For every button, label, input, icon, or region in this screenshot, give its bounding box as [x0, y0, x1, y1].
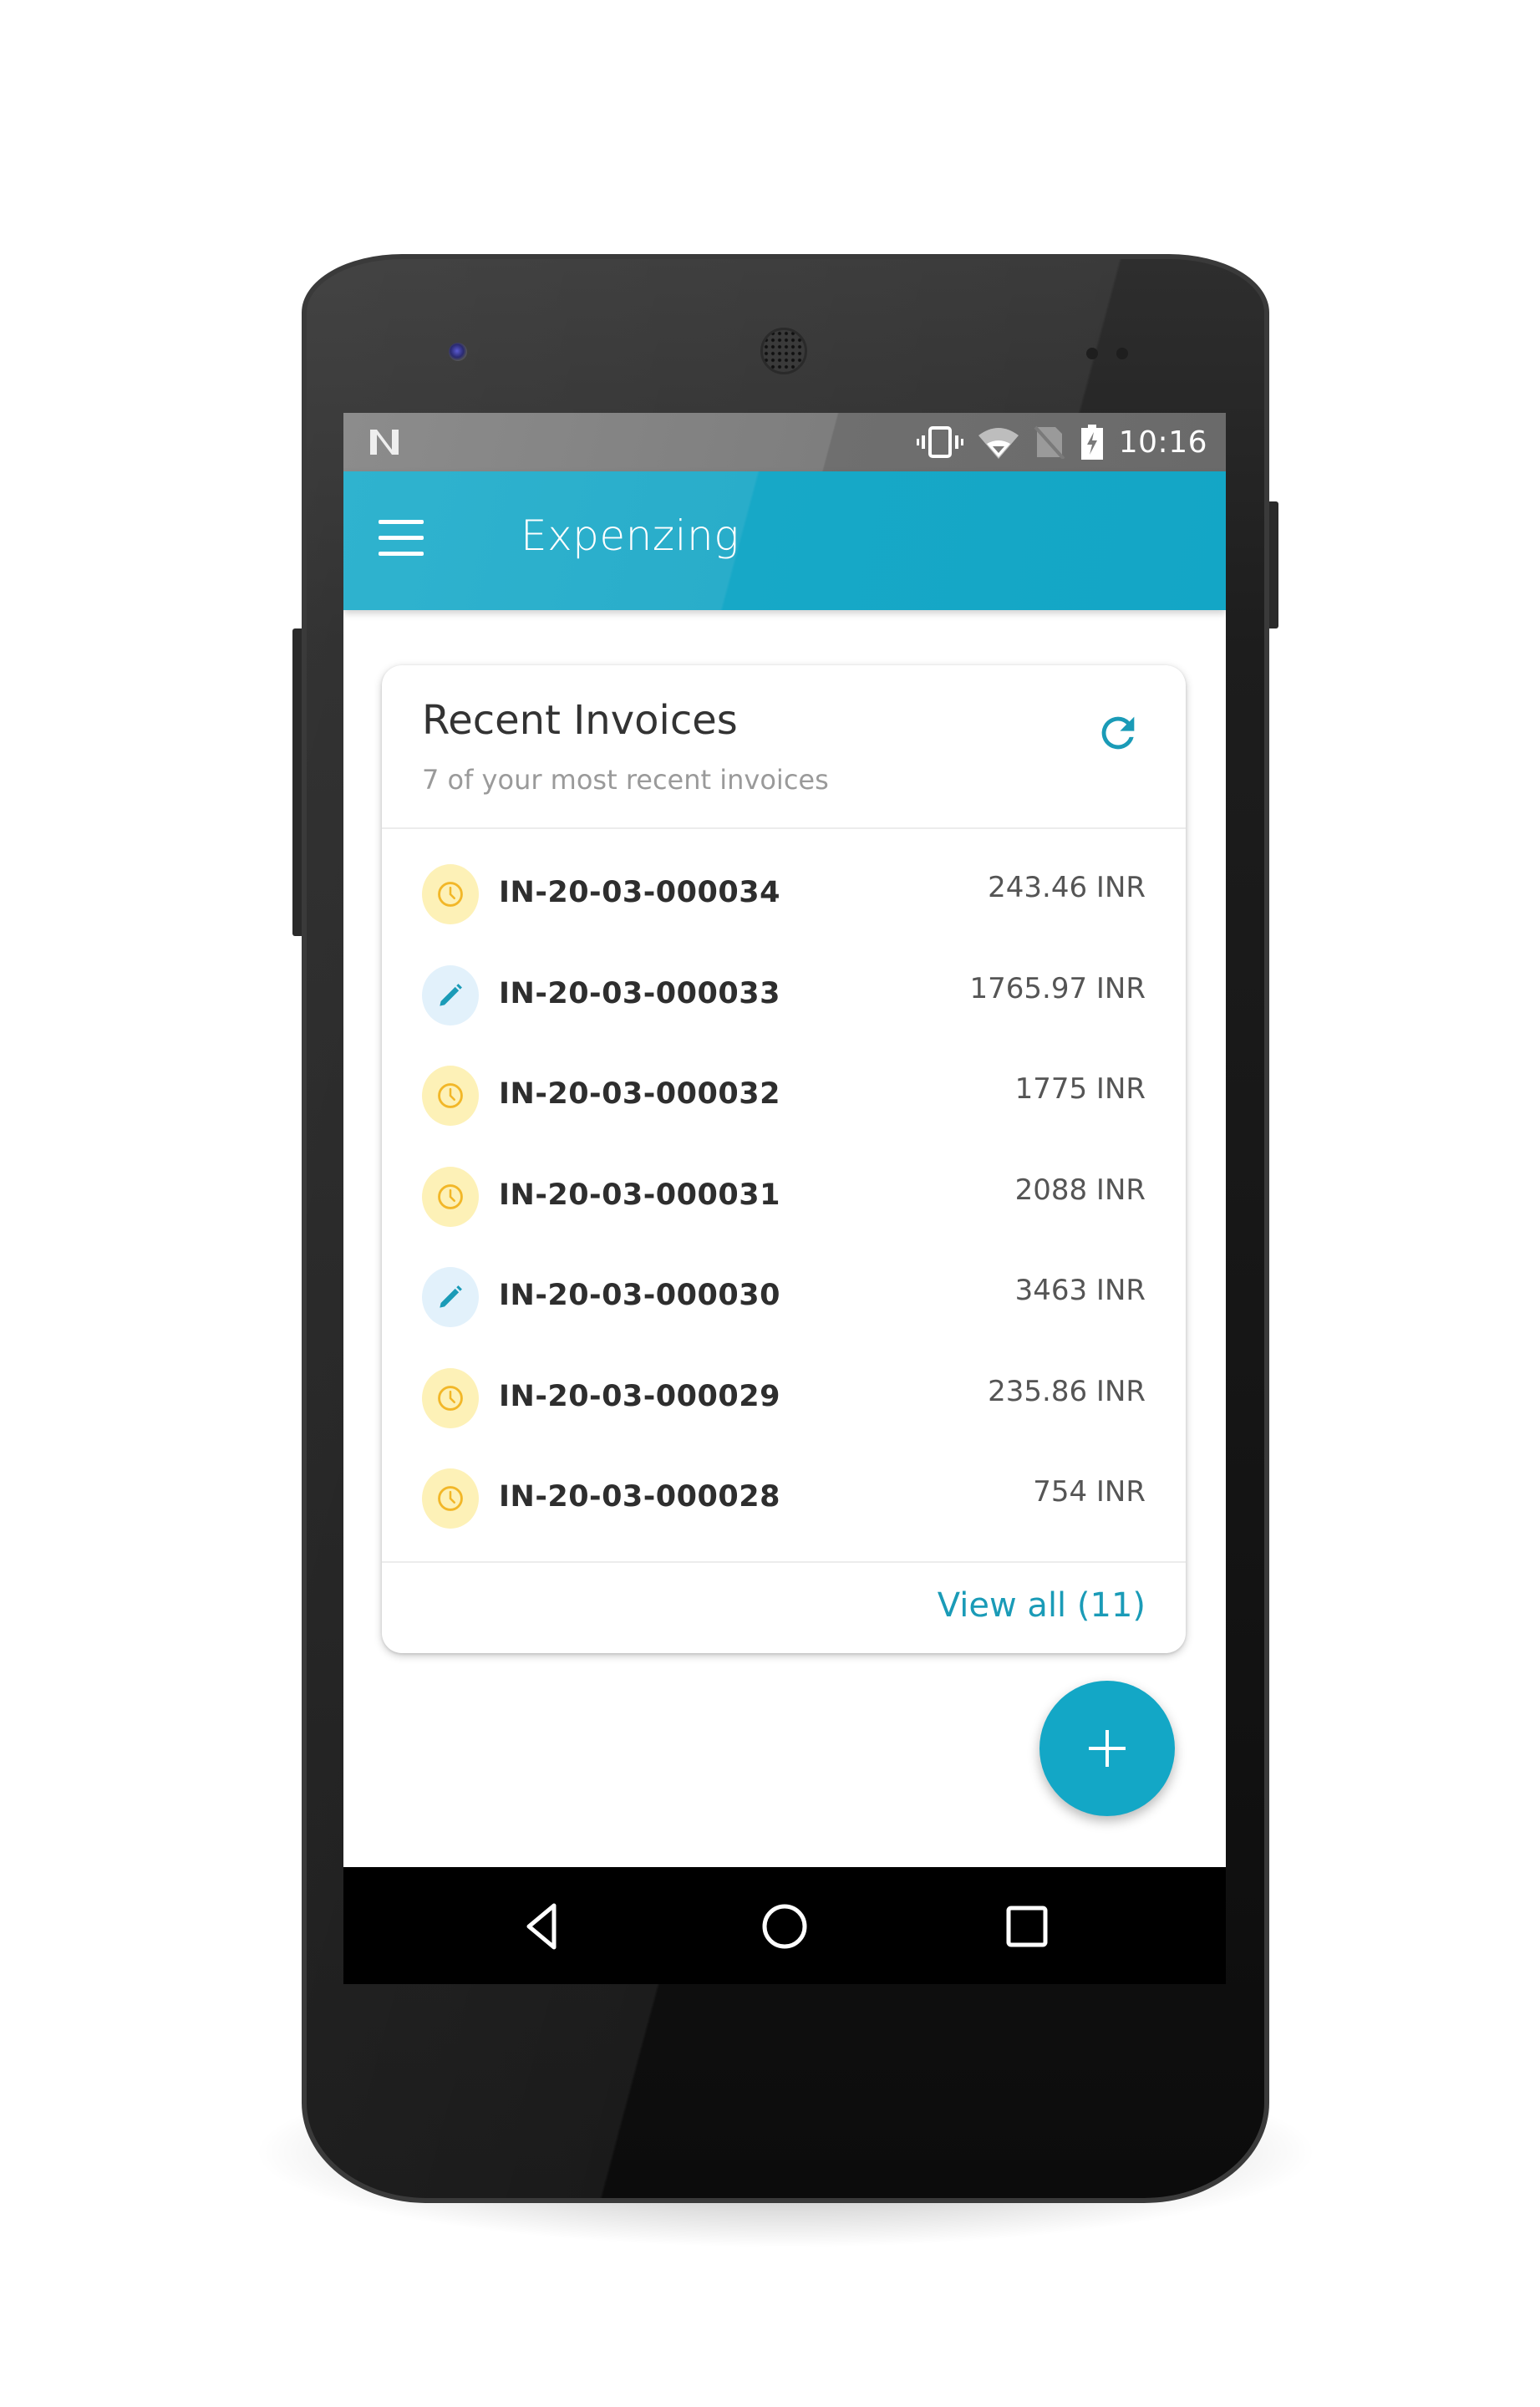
invoice-id: IN-20-03-000031: [499, 1178, 780, 1212]
status-avatar-pending: [422, 1367, 479, 1428]
card-title: Recent Invoices: [422, 697, 738, 744]
invoice-row[interactable]: IN-20-03-000031 2088 INR: [382, 1132, 1186, 1233]
proximity-sensor: [1086, 348, 1098, 359]
clock-icon: [438, 1486, 463, 1511]
battery-charging-icon: [1080, 425, 1103, 460]
back-button[interactable]: [516, 1897, 574, 1956]
invoice-amount: 2088 INR: [1014, 1173, 1146, 1207]
app-bar: Expenzing: [343, 471, 1226, 610]
plus-icon: [1089, 1730, 1126, 1767]
invoice-row[interactable]: IN-20-03-000033 1765.97 INR: [382, 930, 1186, 1031]
card-subtitle: 7 of your most recent invoices: [422, 764, 829, 796]
earpiece-speaker: [760, 328, 807, 374]
back-triangle-icon: [526, 1903, 557, 1950]
status-avatar-pending: [422, 1468, 479, 1529]
hamburger-menu-icon: [379, 520, 425, 556]
recents-button[interactable]: [998, 1897, 1056, 1956]
refresh-icon: [1101, 716, 1135, 750]
invoice-row[interactable]: IN-20-03-000030 3463 INR: [382, 1232, 1186, 1333]
invoice-id: IN-20-03-000032: [499, 1077, 780, 1111]
invoice-amount: 235.86 INR: [988, 1374, 1146, 1408]
light-sensor: [1116, 348, 1128, 359]
front-camera: [449, 343, 467, 361]
wifi-icon: [978, 428, 1019, 459]
status-icons: 10:16: [916, 413, 1207, 471]
home-button[interactable]: [755, 1897, 814, 1956]
invoice-amount: 3463 INR: [1014, 1274, 1146, 1307]
invoice-row[interactable]: IN-20-03-000034 243.46 INR: [382, 829, 1186, 930]
phone-screen: 10:16 Expenzing Recent Invoices 7 of you…: [343, 413, 1226, 1984]
status-avatar-draft: [422, 1267, 479, 1327]
invoice-id: IN-20-03-000030: [499, 1279, 780, 1312]
invoice-amount: 1775 INR: [1014, 1072, 1146, 1106]
status-bar: 10:16: [343, 413, 1226, 471]
invoice-amount: 754 INR: [1033, 1475, 1146, 1509]
recent-invoices-card: Recent Invoices 7 of your most recent in…: [382, 665, 1186, 1653]
invoice-row[interactable]: IN-20-03-000029 235.86 INR: [382, 1333, 1186, 1434]
clock-icon: [438, 1083, 463, 1108]
invoice-list: IN-20-03-000034 243.46 INR IN-20-03-000033…: [382, 829, 1186, 1534]
view-all-link[interactable]: View all (11): [938, 1586, 1146, 1625]
invoice-id: IN-20-03-000029: [499, 1379, 780, 1413]
app-title: Expenzing: [521, 511, 740, 560]
status-avatar-pending: [422, 1166, 479, 1227]
notification-n-icon: [370, 430, 399, 455]
invoice-row[interactable]: IN-20-03-000032 1775 INR: [382, 1030, 1186, 1132]
refresh-button[interactable]: [1094, 709, 1142, 757]
clock-icon: [438, 1385, 463, 1411]
hamburger-menu-button[interactable]: [379, 520, 425, 558]
pencil-icon: [440, 983, 462, 1006]
card-footer-divider: [382, 1561, 1186, 1563]
pencil-icon: [440, 1285, 462, 1308]
invoice-id: IN-20-03-000034: [499, 876, 780, 909]
system-nav-bar: [343, 1867, 1226, 1984]
home-circle-icon: [762, 1904, 807, 1949]
invoice-amount: 1765.97 INR: [969, 971, 1146, 1005]
add-invoice-fab[interactable]: [1039, 1681, 1175, 1816]
invoice-row[interactable]: IN-20-03-000028 754 INR: [382, 1433, 1186, 1534]
invoice-id: IN-20-03-000028: [499, 1480, 780, 1514]
status-avatar-pending: [422, 864, 479, 924]
status-time: 10:16: [1118, 425, 1207, 460]
status-avatar-draft: [422, 964, 479, 1025]
clock-icon: [438, 882, 463, 907]
clock-icon: [438, 1183, 463, 1209]
status-avatar-pending: [422, 1066, 479, 1126]
invoice-amount: 243.46 INR: [988, 871, 1146, 904]
no-sim-icon: [1034, 425, 1065, 459]
vibrate-icon: [916, 426, 963, 458]
invoice-id: IN-20-03-000033: [499, 976, 780, 1010]
recents-square-icon: [1006, 1906, 1048, 1947]
